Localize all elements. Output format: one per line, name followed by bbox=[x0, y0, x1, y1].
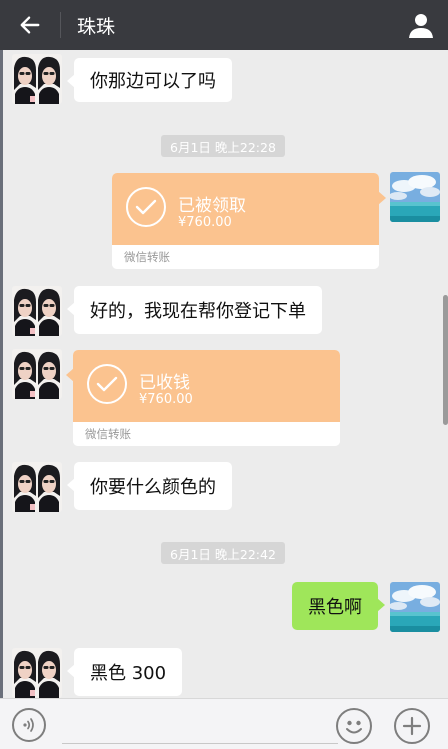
contact-avatar[interactable] bbox=[12, 286, 62, 336]
voice-button[interactable] bbox=[12, 708, 46, 742]
contact-avatar[interactable] bbox=[12, 462, 62, 512]
check-icon bbox=[126, 187, 166, 227]
message-bubble[interactable]: 黑色啊 bbox=[292, 582, 385, 630]
message-row: 已被领取 ¥760.00 微信转账 bbox=[0, 170, 448, 270]
emoji-icon bbox=[346, 720, 362, 734]
transfer-status: 已被领取 bbox=[178, 196, 246, 216]
message-row: 好的，我现在帮你登记下单 bbox=[0, 282, 448, 338]
contact-name: 珠珠 bbox=[77, 15, 116, 38]
contact-avatar[interactable] bbox=[12, 349, 62, 399]
plus-icon bbox=[402, 716, 422, 736]
message-row: 你那边可以了吗 bbox=[0, 50, 448, 106]
transfer-status: 已收钱 bbox=[139, 373, 190, 393]
timestamp: 6月1日 晚上22:28 bbox=[161, 135, 285, 157]
transfer-card[interactable]: 已收钱 ¥760.00 微信转账 bbox=[66, 350, 340, 446]
message-bubble[interactable]: 好的，我现在帮你登记下单 bbox=[67, 286, 322, 334]
contact-avatar[interactable] bbox=[12, 54, 62, 104]
chat-info-button[interactable] bbox=[406, 10, 436, 40]
transfer-card[interactable]: 已被领取 ¥760.00 微信转账 bbox=[112, 173, 386, 269]
chat-header: 珠珠 bbox=[0, 0, 448, 50]
self-avatar[interactable] bbox=[390, 582, 440, 632]
message-list[interactable]: 你那边可以了吗 6月1日 晚上22:28 已被领取 ¥760.00 微信转账 好… bbox=[0, 50, 448, 698]
message-input[interactable] bbox=[62, 743, 338, 744]
check-icon bbox=[87, 364, 127, 404]
self-avatar[interactable] bbox=[390, 172, 440, 222]
scrollbar[interactable] bbox=[443, 295, 448, 425]
back-button[interactable] bbox=[0, 0, 60, 50]
transfer-amount: ¥760.00 bbox=[178, 215, 232, 230]
arrow-left-icon bbox=[20, 16, 40, 34]
message-row: 黑色 300 bbox=[0, 644, 448, 698]
message-row: 你要什么颜色的 bbox=[0, 458, 448, 514]
message-bubble[interactable]: 黑色 300 bbox=[66, 648, 183, 696]
transfer-label: 微信转账 bbox=[73, 422, 340, 446]
transfer-label: 微信转账 bbox=[112, 245, 379, 269]
input-bar bbox=[0, 698, 448, 749]
voice-icon bbox=[23, 718, 34, 732]
more-button[interactable] bbox=[394, 708, 430, 744]
message-bubble[interactable]: 你那边可以了吗 bbox=[67, 58, 232, 102]
user-icon bbox=[409, 14, 433, 38]
header-divider bbox=[60, 12, 61, 38]
emoji-button[interactable] bbox=[336, 708, 372, 744]
contact-avatar[interactable] bbox=[12, 648, 62, 698]
message-bubble[interactable]: 你要什么颜色的 bbox=[67, 462, 232, 510]
message-row: 黑色啊 bbox=[0, 578, 448, 634]
transfer-amount: ¥760.00 bbox=[139, 392, 193, 407]
timestamp: 6月1日 晚上22:42 bbox=[161, 542, 285, 564]
message-row: 已收钱 ¥760.00 微信转账 bbox=[0, 347, 448, 447]
